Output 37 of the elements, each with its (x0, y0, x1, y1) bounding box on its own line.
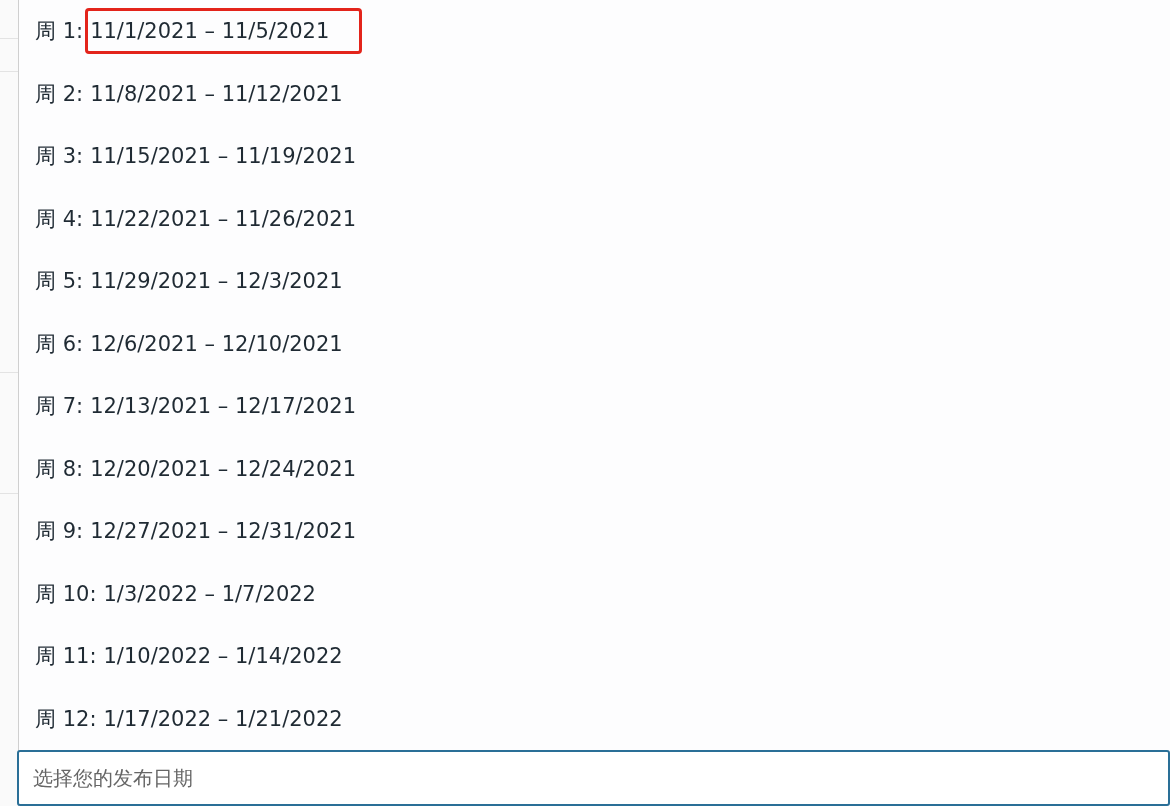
week-label: 周 12: (35, 705, 97, 733)
date-range: 1/10/2022 – 1/14/2022 (102, 643, 344, 671)
highlighted-date-range: 11/1/2021 – 11/5/2021 (85, 8, 363, 55)
date-range: 11/8/2021 – 11/12/2021 (89, 80, 344, 108)
date-range: 12/6/2021 – 12/10/2021 (89, 330, 344, 358)
week-option[interactable]: 周 3: 11/15/2021 – 11/19/2021 (19, 125, 1170, 188)
week-label: 周 3: (35, 143, 84, 171)
date-range: 1/3/2022 – 1/7/2022 (102, 580, 317, 608)
week-label: 周 1: (35, 18, 84, 46)
week-label: 周 7: (35, 393, 84, 421)
week-label: 周 11: (35, 643, 97, 671)
date-field[interactable]: 选择您的发布日期 (17, 750, 1170, 806)
week-label: 周 4: (35, 205, 84, 233)
week-label: 周 10: (35, 580, 97, 608)
week-option[interactable]: 周 12: 1/17/2022 – 1/21/2022 (19, 687, 1170, 750)
week-option[interactable]: 周 8: 12/20/2021 – 12/24/2021 (19, 437, 1170, 500)
week-option[interactable]: 周 7: 12/13/2021 – 12/17/2021 (19, 375, 1170, 438)
week-option[interactable]: 周 6: 12/6/2021 – 12/10/2021 (19, 312, 1170, 375)
date-range: 12/20/2021 – 12/24/2021 (89, 455, 358, 483)
week-label: 周 6: (35, 330, 84, 358)
date-range: 1/17/2022 – 1/21/2022 (102, 705, 344, 733)
week-option[interactable]: 周 1: 11/1/2021 – 11/5/2021 (19, 0, 1170, 63)
week-option[interactable]: 周 11: 1/10/2022 – 1/14/2022 (19, 625, 1170, 688)
week-option[interactable]: 周 10: 1/3/2022 – 1/7/2022 (19, 562, 1170, 625)
date-range: 12/27/2021 – 12/31/2021 (89, 518, 358, 546)
week-label: 周 8: (35, 455, 84, 483)
week-option[interactable]: 周 2: 11/8/2021 – 11/12/2021 (19, 62, 1170, 125)
week-label: 周 9: (35, 518, 84, 546)
date-range: 11/29/2021 – 12/3/2021 (89, 268, 344, 296)
week-label: 周 5: (35, 268, 84, 296)
date-range: 12/13/2021 – 12/17/2021 (89, 393, 358, 421)
week-option[interactable]: 周 5: 11/29/2021 – 12/3/2021 (19, 250, 1170, 313)
date-range: 11/15/2021 – 11/19/2021 (89, 143, 358, 171)
week-label: 周 2: (35, 80, 84, 108)
week-option[interactable]: 周 4: 11/22/2021 – 11/26/2021 (19, 187, 1170, 250)
week-option[interactable]: 周 9: 12/27/2021 – 12/31/2021 (19, 500, 1170, 563)
date-range: 11/22/2021 – 11/26/2021 (89, 205, 358, 233)
